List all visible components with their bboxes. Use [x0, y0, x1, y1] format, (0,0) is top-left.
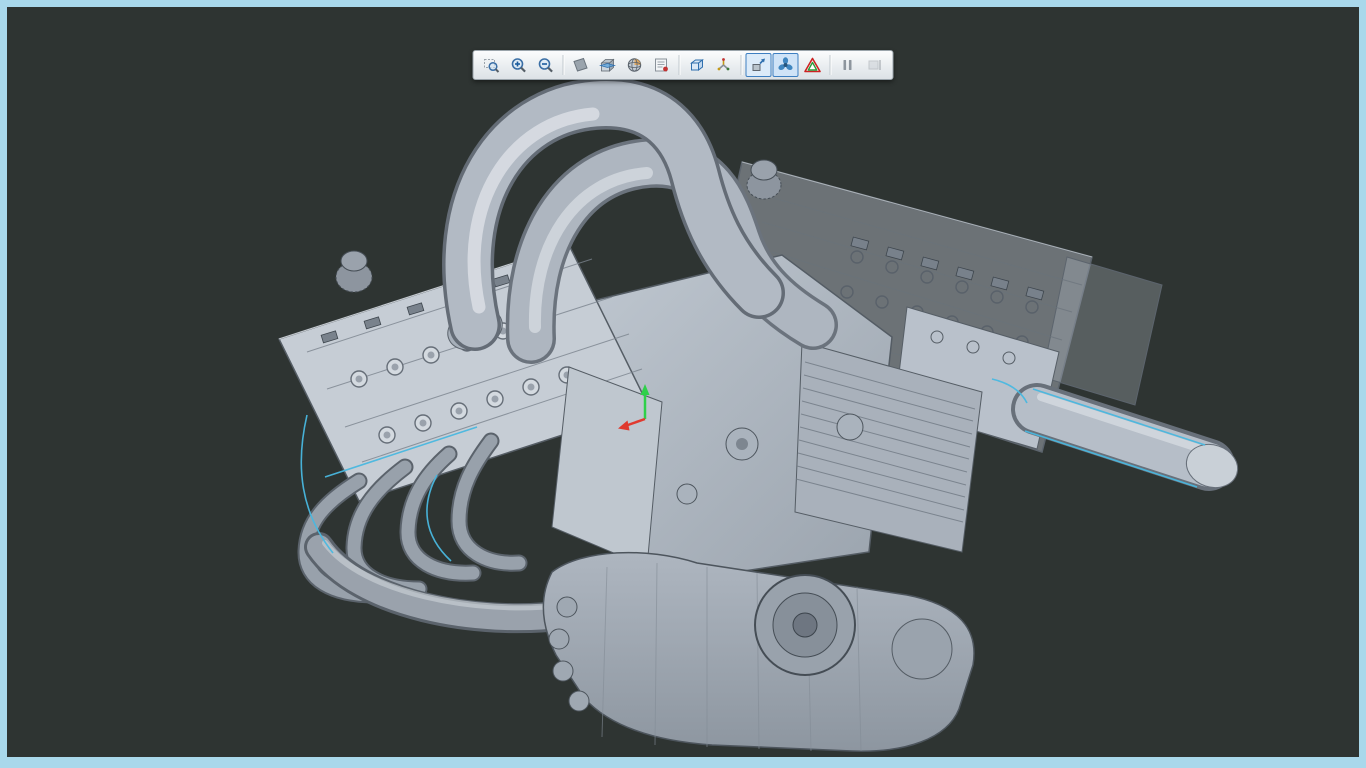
- zoom-in-button[interactable]: [506, 53, 532, 77]
- pause-animation-button[interactable]: [835, 53, 861, 77]
- pause-icon: [843, 60, 852, 70]
- section-view-button[interactable]: [595, 53, 621, 77]
- move-component-button[interactable]: [745, 53, 772, 77]
- zoom-to-fit-button[interactable]: [479, 53, 505, 77]
- reference-axes-icon: [717, 58, 730, 71]
- view-plane-button[interactable]: [568, 53, 594, 77]
- view-plane-icon: [573, 57, 588, 72]
- stop-animation-button[interactable]: [862, 53, 888, 77]
- cad-viewport-canvas[interactable]: [7, 7, 1359, 757]
- toolbar-separator: [678, 55, 680, 75]
- save-view-button[interactable]: [649, 53, 675, 77]
- toolbar-separator: [740, 55, 742, 75]
- window-frame: [0, 0, 1366, 768]
- toolbar-separator: [829, 55, 831, 75]
- zoom-out-icon: [538, 58, 553, 73]
- zoom-out-button[interactable]: [533, 53, 559, 77]
- toolbar-separator: [562, 55, 564, 75]
- save-view-icon: [655, 58, 668, 72]
- rotate-model-icon: [778, 57, 793, 71]
- isometric-view-button[interactable]: [684, 53, 710, 77]
- reference-axes-button[interactable]: [711, 53, 737, 77]
- alerts-button[interactable]: [800, 53, 826, 77]
- zoom-in-icon: [511, 58, 526, 73]
- zoom-to-fit-icon: [484, 59, 500, 73]
- crank-pulley: [754, 574, 856, 676]
- view-orientation-button[interactable]: [622, 53, 648, 77]
- alert-triangle-icon: [804, 57, 821, 73]
- oil-pan: [542, 551, 975, 752]
- move-component-icon: [752, 58, 765, 71]
- engine-model: [277, 77, 1239, 752]
- isometric-view-icon: [690, 59, 704, 71]
- view-orientation-icon: [627, 58, 642, 72]
- section-view-icon: [599, 58, 616, 72]
- heads-up-view-toolbar: [472, 50, 894, 80]
- rotate-model-button[interactable]: [772, 53, 799, 77]
- stop-icon: [868, 60, 881, 70]
